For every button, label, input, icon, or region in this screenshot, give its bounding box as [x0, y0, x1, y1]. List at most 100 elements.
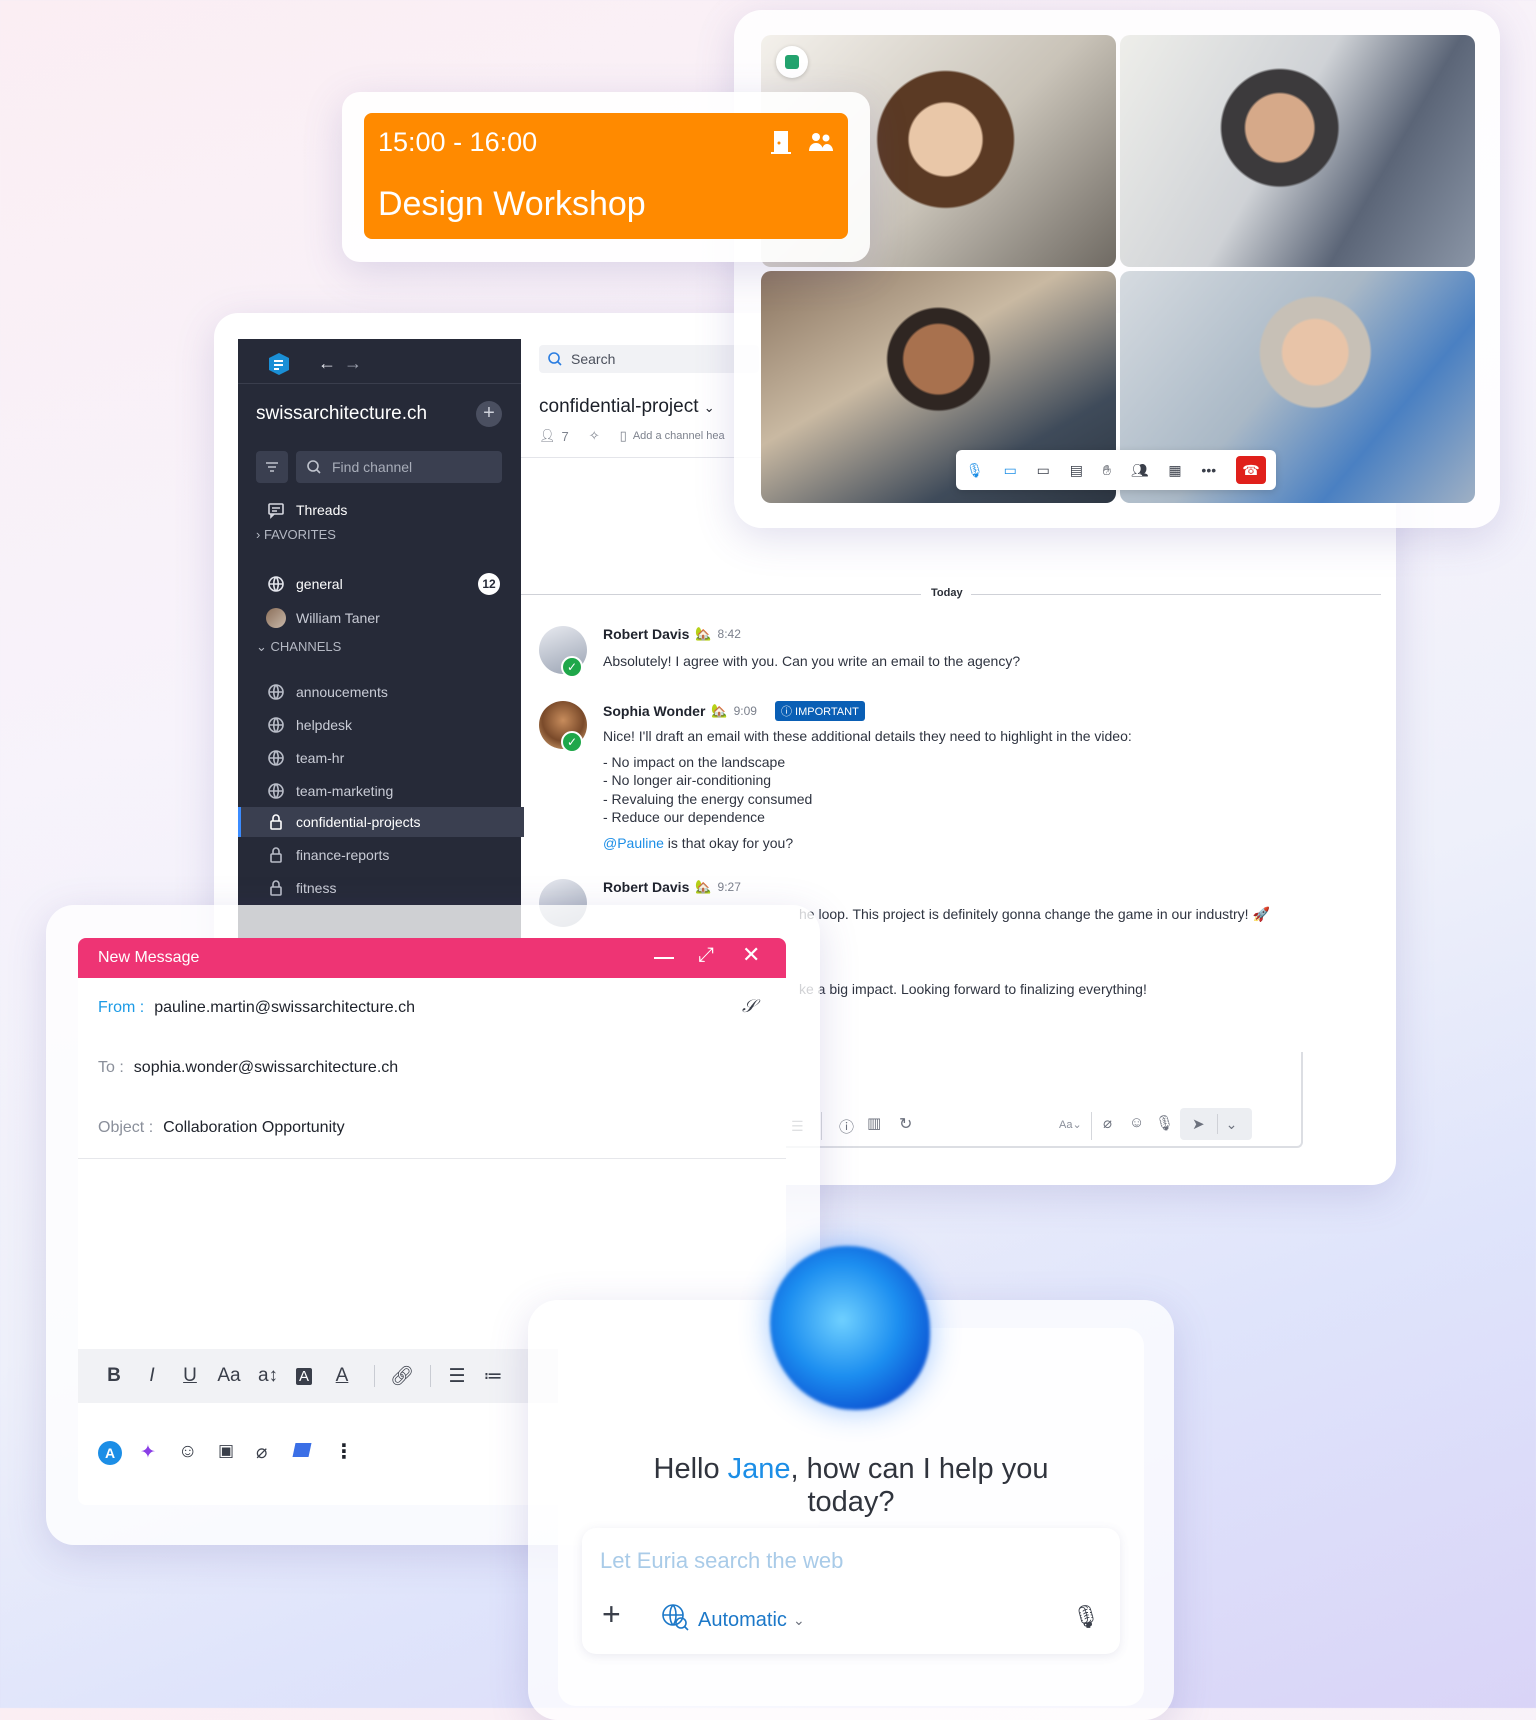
channel-label: team-marketing [296, 783, 394, 799]
video-tile[interactable] [1120, 35, 1475, 267]
author-name[interactable]: Robert Davis [603, 626, 689, 642]
from-value[interactable]: pauline.martin@swissarchitecture.ch [154, 999, 415, 1017]
channels-header[interactable]: ⌄ CHANNELS [256, 639, 341, 655]
channel-title[interactable]: confidential-project ⌄ [539, 396, 715, 418]
mic-icon[interactable]: 🎙︎ [1072, 1604, 1100, 1630]
object-field[interactable]: Object : Collaboration Opportunity [78, 1098, 786, 1159]
sidebar-item-general[interactable]: general 12 [238, 569, 521, 599]
underline-button[interactable]: U [178, 1349, 202, 1403]
sidebar-item-fitness[interactable]: fitness [238, 873, 521, 903]
sidebar-item-confidential-projects[interactable]: confidential-projects [238, 807, 524, 837]
ai-prompt-box[interactable]: Let Euria search the web + Automatic ⌄ 🎙… [582, 1528, 1120, 1654]
william-taner-label: William Taner [296, 610, 380, 626]
channel-label: confidential-projects [296, 814, 421, 830]
add-icon[interactable]: + [602, 1598, 621, 1630]
camera-icon[interactable]: ▭ [1004, 462, 1017, 479]
mic-icon[interactable]: 🎙︎ [966, 462, 984, 479]
signature-icon[interactable]: 𝒮 [742, 996, 756, 1017]
hangup-icon[interactable]: ☎ [1236, 456, 1266, 484]
grid-icon[interactable]: ▦ [1168, 462, 1181, 479]
sidebar-item-helpdesk[interactable]: helpdesk [238, 710, 521, 740]
event-block[interactable]: 15:00 - 16:00 Design Workshop [364, 113, 848, 239]
author-name[interactable]: Sophia Wonder [603, 703, 705, 719]
expand-icon[interactable]: ⤢ [698, 944, 714, 967]
image-icon[interactable]: ▣ [218, 1441, 234, 1461]
font-family-button[interactable]: Aa [214, 1349, 244, 1403]
close-icon[interactable]: ✕ [742, 942, 760, 968]
pin-icon[interactable]: ✧ [589, 428, 600, 444]
mic-icon[interactable]: 🎙︎ [1155, 1114, 1174, 1132]
search-icon [307, 460, 321, 474]
poll-icon[interactable]: ▥ [867, 1114, 881, 1132]
magic-wand-icon[interactable]: ✦ [140, 1441, 156, 1464]
lock-icon [266, 812, 286, 832]
info-icon[interactable]: ⓘ [839, 1116, 854, 1137]
participants-icon[interactable]: 👥︎ [1131, 462, 1149, 479]
author-name[interactable]: Robert Davis [603, 879, 689, 895]
filter-icon[interactable] [256, 451, 288, 483]
message-composer[interactable]: ☰ ⓘ ▥ ↻ Aa⌄ ⌀ ☺ 🎙︎ ➤ ⌄ [771, 1052, 1303, 1148]
greeting-text: Hello [653, 1453, 728, 1485]
members-icon[interactable]: 👤︎ [539, 428, 556, 444]
sidebar-item-annoucements[interactable]: annoucements [238, 677, 521, 707]
emoji-icon[interactable]: ☺ [1129, 1114, 1144, 1131]
add-icon[interactable]: + [476, 401, 502, 427]
sidebar-item-william-taner[interactable]: William Taner [238, 603, 521, 633]
email-header: New Message ⤢ ✕ [78, 938, 786, 978]
ai-assist-icon[interactable]: A [98, 1441, 122, 1465]
object-value[interactable]: Collaboration Opportunity [163, 1119, 344, 1137]
event-title: Design Workshop [378, 185, 646, 223]
sidebar-item-finance-reports[interactable]: finance-reports [238, 840, 521, 870]
emoji-icon[interactable]: ☺ [178, 1441, 197, 1463]
more-icon[interactable]: ⋮ [334, 1439, 354, 1464]
refresh-icon[interactable]: ↻ [899, 1114, 912, 1134]
favorites-header-label: FAVORITES [263, 527, 336, 542]
bullet-list-icon[interactable]: ☰ [444, 1349, 470, 1403]
chevron-down-icon[interactable]: ⌄ [1226, 1116, 1238, 1133]
raise-hand-icon[interactable]: ✋︎ [1103, 462, 1111, 479]
message-text: ke a big impact. Looking forward to fina… [799, 981, 1147, 997]
app-logo[interactable] [266, 351, 292, 377]
org-name[interactable]: swissarchitecture.ch [256, 403, 427, 425]
general-label: general [296, 576, 343, 592]
attach-icon[interactable]: ⌀ [1103, 1114, 1112, 1132]
mode-selector[interactable]: Automatic ⌄ [660, 1602, 805, 1638]
online-status-icon: ✓ [561, 656, 583, 678]
forward-arrow-icon[interactable]: → [344, 353, 362, 374]
attach-icon[interactable]: ⌀ [256, 1441, 267, 1464]
mention-text: is that okay for you? [663, 835, 794, 851]
bullet-item: - No longer air-conditioning [603, 772, 772, 788]
chevron-down-icon: ⌄ [703, 400, 715, 415]
drive-icon[interactable] [292, 1443, 312, 1457]
font-size-button[interactable]: Aa⌄ [1059, 1118, 1082, 1131]
find-channel-input[interactable]: Find channel [296, 451, 502, 483]
ai-assistant-window: Hello Jane, how can I help you today? Le… [528, 1246, 1174, 1720]
file-icon[interactable]: ▯ [620, 428, 627, 444]
highlight-button[interactable]: A [292, 1349, 316, 1403]
bold-button[interactable]: B [102, 1349, 126, 1403]
italic-button[interactable]: I [140, 1349, 164, 1403]
more-icon[interactable]: ••• [1201, 462, 1216, 478]
to-value[interactable]: sophia.wonder@swissarchitecture.ch [134, 1059, 398, 1077]
globe-icon [266, 682, 286, 702]
font-size-button[interactable]: a↕ [254, 1349, 282, 1403]
message-header: Robert Davis 🏡 8:42 [603, 626, 741, 642]
sidebar-item-team-marketing[interactable]: team-marketing [238, 776, 521, 806]
back-arrow-icon[interactable]: ← [318, 353, 336, 374]
sidebar-item-team-hr[interactable]: team-hr [238, 743, 521, 773]
search-input[interactable]: Search [539, 345, 759, 373]
text-color-button[interactable]: A [330, 1349, 354, 1403]
sidebar-item-threads[interactable]: Threads [238, 495, 521, 525]
numbered-list-icon[interactable]: ≔ [480, 1349, 506, 1403]
favorites-header[interactable]: › FAVORITES [256, 527, 336, 542]
mention-link[interactable]: @Pauline [603, 835, 664, 851]
chat-icon[interactable]: ▤ [1070, 462, 1083, 479]
minimize-icon[interactable] [654, 957, 674, 959]
event-card: 15:00 - 16:00 Design Workshop [342, 92, 870, 262]
from-field[interactable]: From : pauline.martin@swissarchitecture.… [78, 978, 786, 1039]
link-icon[interactable]: 🔗︎ [388, 1349, 416, 1403]
to-field[interactable]: To : sophia.wonder@swissarchitecture.ch [78, 1038, 786, 1099]
channel-header-placeholder[interactable]: Add a channel hea [633, 430, 725, 442]
send-button[interactable]: ➤ ⌄ [1180, 1108, 1252, 1140]
screen-share-icon[interactable]: ▭ [1037, 462, 1050, 479]
